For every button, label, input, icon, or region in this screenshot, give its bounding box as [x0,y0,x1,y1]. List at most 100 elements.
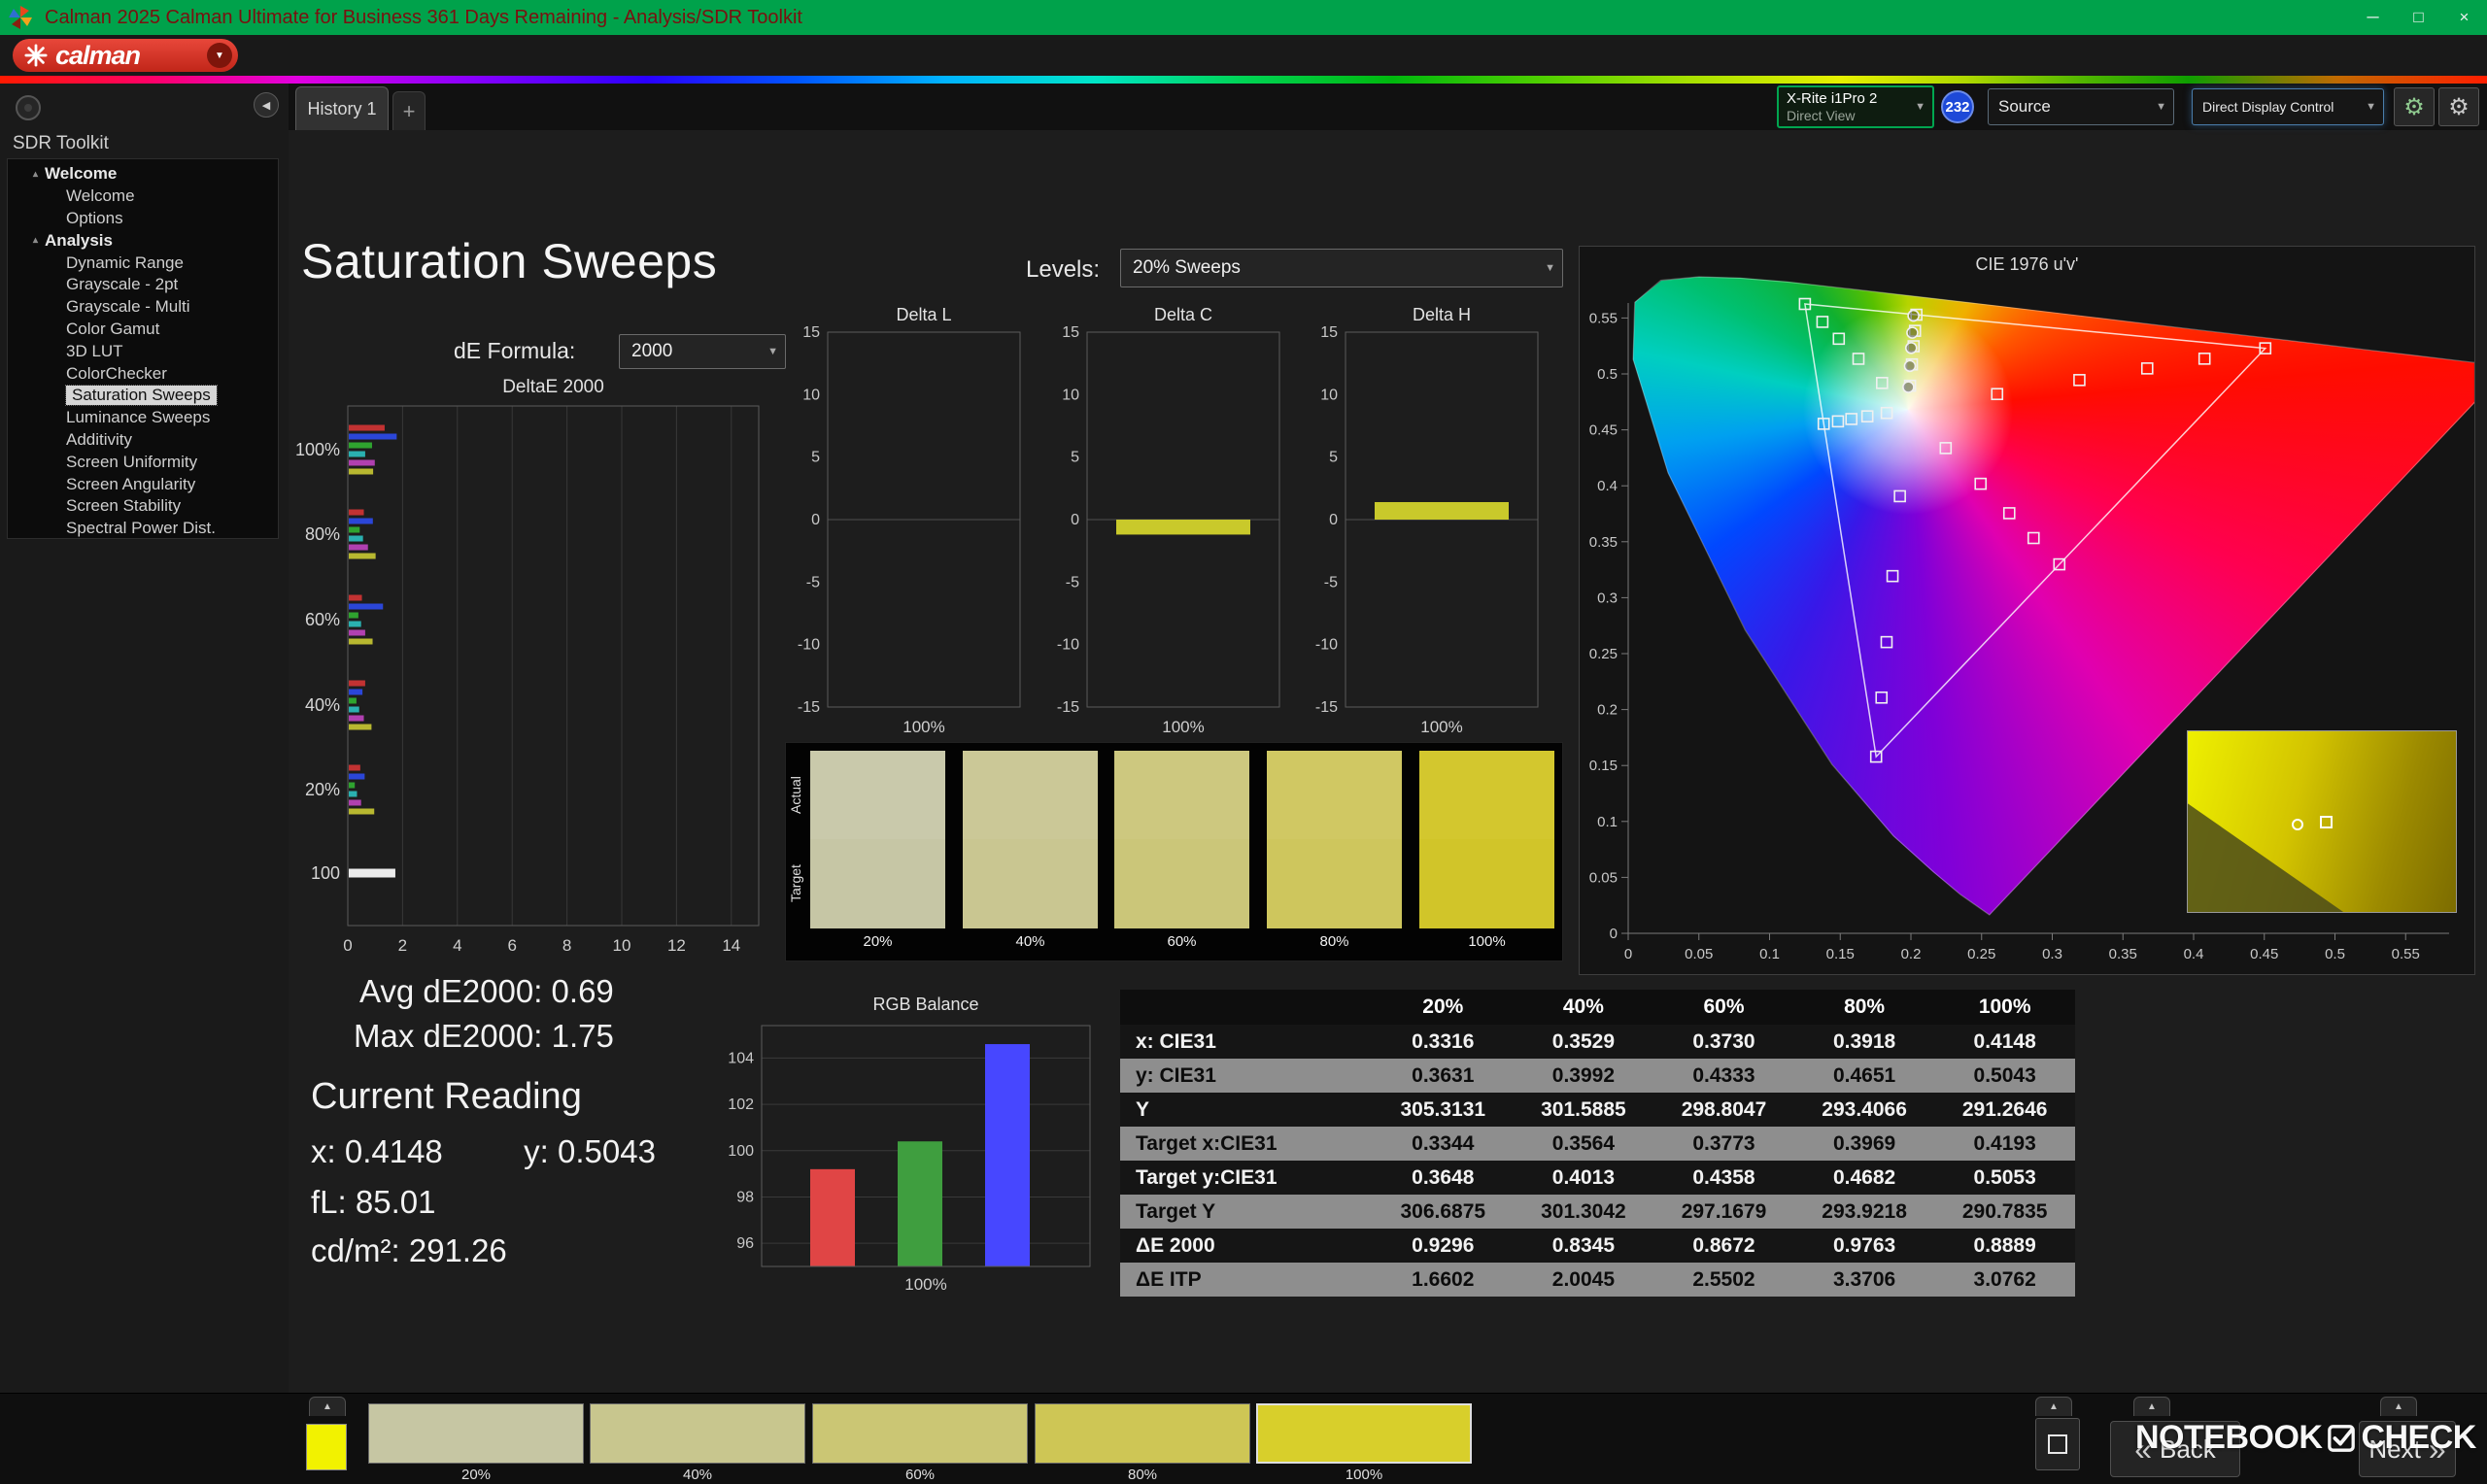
sidebar-item-colorchecker[interactable]: ColorChecker [8,362,278,385]
target-marker [2027,531,2040,545]
notebookcheck-watermark: NOTEBOOK CHECK [2135,1419,2476,1457]
sidebar-item-saturation-sweeps[interactable]: Saturation Sweeps [8,385,278,407]
logo-dropdown-icon[interactable]: ▼ [207,43,232,68]
sidebar-item-dynamic-range[interactable]: Dynamic Range [8,252,278,274]
bar [349,680,365,687]
sidebar-item-grayscale-2pt[interactable]: Grayscale - 2pt [8,274,278,296]
gamut-triangle [1804,303,2267,759]
sidebar-options-icon[interactable] [16,95,41,120]
sidebar-item-screen-stability[interactable]: Screen Stability [8,495,278,518]
target-swatch-80 [1267,839,1402,928]
patch-button-40[interactable]: 40% [590,1403,805,1483]
table-corner-cell [1120,990,1373,1025]
target-marker [1860,410,1874,422]
actual-swatch-80 [1267,751,1402,839]
y-tick-label: -5 [806,574,820,590]
preferences-gear-button[interactable]: ⚙ [2438,87,2479,126]
sidebar-item-3d-lut[interactable]: 3D LUT [8,340,278,362]
y-tick-label: 0.35 [1589,534,1618,551]
table-row: y: CIE31 0.3631 0.3992 0.4333 0.4651 0.5043 [1120,1059,2075,1093]
calman-logo-menu[interactable]: calman ▼ [13,39,238,72]
current-patch-swatch[interactable] [306,1424,347,1470]
table-cell: 0.3969 [1832,1131,1896,1155]
patch-button-20[interactable]: 20% [368,1403,584,1483]
settings-gear-button[interactable]: ⚙ [2394,87,2435,126]
tab-history-1[interactable]: History 1 [295,86,389,130]
sidebar-item-welcome[interactable]: Welcome [8,186,278,208]
delta-h-plot: 15 10 5 0 -5 -10 -15 100% [1315,324,1539,736]
y-tick-label: 0.25 [1589,646,1618,662]
measured-marker [1904,341,1918,354]
sidebar-item-additivity[interactable]: Additivity [8,429,278,452]
x-tick-label: 0.3 [2042,946,2062,962]
y-tick-label: 15 [802,324,820,341]
chart-title: Delta C [1153,305,1213,324]
levels-dropdown[interactable]: 20% Sweeps ▼ [1120,249,1563,287]
chevron-down-icon: ▼ [1545,262,1555,274]
title-bar: Calman 2025 Calman Ultimate for Business… [0,0,2487,35]
y-tick-label: -5 [1066,574,1079,590]
table-row: Y 305.3131 301.5885 298.8047 293.4066 291.264… [1120,1093,2075,1127]
x-axis-label: 100% [903,718,944,736]
patch-label: 60% [904,1467,936,1483]
table-header-cell: 80% [1844,995,1886,1018]
maximize-button[interactable]: □ [2396,0,2441,35]
sidebar-item-luminance-sweeps[interactable]: Luminance Sweeps [8,407,278,429]
sidebar-item-grayscale-multi[interactable]: Grayscale - Multi [8,296,278,319]
sidebar-item-label: Saturation Sweeps [65,385,218,407]
patch-button-100[interactable]: 100% [1256,1403,1472,1483]
calman-logo-text: calman [55,40,141,70]
de-formula-dropdown[interactable]: 2000 ▼ [619,334,786,369]
pattern-expander[interactable]: ▲ [2035,1397,2072,1416]
patch-button-60[interactable]: 60% [812,1403,1028,1483]
sidebar-item-screen-angularity[interactable]: Screen Angularity [8,473,278,495]
back-expander[interactable]: ▲ [2133,1397,2170,1416]
calman-star-icon [24,44,48,67]
table-cell: 0.4651 [1832,1063,1896,1087]
sidebar-item-spectral-power-dist[interactable]: Spectral Power Dist. [8,518,278,538]
bar [349,433,397,440]
display-control-dropdown[interactable]: Direct Display Control ▼ [2192,88,2384,125]
table-row: x: CIE31 0.3316 0.3529 0.3730 0.3918 0.4148 [1120,1025,2075,1059]
table-cell: 0.3730 [1692,1029,1755,1053]
meter-count-badge: 232 [1941,90,1974,123]
table-cell: 305.3131 [1400,1097,1486,1121]
y-tick-label: 0.1 [1597,814,1618,830]
sidebar-item-screen-uniformity[interactable]: Screen Uniformity [8,451,278,473]
target-row-label: Target [788,864,803,903]
table-cell: 0.4013 [1551,1165,1615,1189]
group-label: 80% [305,524,340,544]
table-cell: 306.6875 [1400,1199,1486,1223]
next-expander[interactable]: ▲ [2380,1397,2417,1416]
table-cell: 0.4682 [1832,1165,1896,1189]
close-button[interactable]: × [2441,0,2487,35]
table-cell: 0.3344 [1412,1131,1475,1155]
bar [349,424,385,431]
bar [349,526,360,533]
target-swatch-100 [1419,839,1554,928]
swatch-label: 100% [1468,933,1506,950]
sidebar-item-color-gamut[interactable]: Color Gamut [8,319,278,341]
source-dropdown[interactable]: Source ▼ [1988,88,2174,125]
sidebar-collapse-button[interactable]: ◀ [254,92,279,118]
current-patch-expander[interactable]: ▲ [309,1397,346,1416]
y-tick-label: 0.55 [1589,310,1618,326]
y-tick-label: -10 [798,637,820,654]
sidebar-item-label: ColorChecker [66,363,167,383]
meter-dropdown[interactable]: X-Rite i1Pro 2 Direct View ▼ [1777,85,1934,128]
minimize-button[interactable]: ─ [2350,0,2396,35]
table-cell: 291.2646 [1961,1097,2048,1121]
target-point-icon [2320,816,2333,828]
pattern-window-button[interactable] [2035,1418,2080,1470]
add-tab-button[interactable]: + [392,91,426,130]
sidebar-item-welcome[interactable]: ▴ Welcome [8,163,278,186]
y-tick-label: 0.15 [1589,758,1618,774]
sidebar-item-analysis[interactable]: ▴ Analysis [8,229,278,252]
table-row: ΔE ITP 1.6602 2.0045 2.5502 3.3706 3.0762 [1120,1263,2075,1297]
sidebar-item-label: Grayscale - 2pt [66,275,179,294]
table-header-cell: 40% [1562,995,1604,1018]
patch-button-80[interactable]: 80% [1035,1403,1250,1483]
table-cell: 301.5885 [1541,1097,1626,1121]
y-tick-label: 0.4 [1597,478,1618,494]
sidebar-item-options[interactable]: Options [8,208,278,230]
